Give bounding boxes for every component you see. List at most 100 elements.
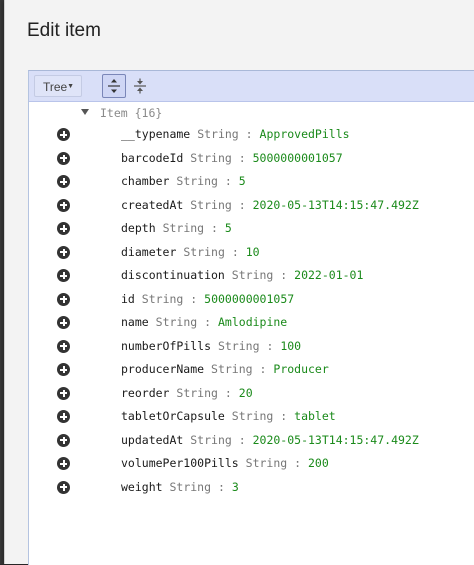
field-content: __typename String : ApprovedPills: [121, 127, 350, 141]
field-value[interactable]: 2022-01-01: [294, 268, 363, 282]
field-type[interactable]: String: [142, 292, 184, 306]
field-type[interactable]: String: [190, 433, 232, 447]
expand-all-icon: [108, 79, 120, 93]
tree-field-row[interactable]: numberOfPills String : 100: [29, 336, 474, 359]
field-value[interactable]: 2020-05-13T14:15:47.492Z: [253, 433, 419, 447]
field-separator: :: [211, 221, 218, 235]
field-key[interactable]: createdAt: [121, 198, 183, 212]
field-value[interactable]: 5: [239, 174, 246, 188]
field-type[interactable]: String: [190, 151, 232, 165]
tree-field-row[interactable]: __typename String : ApprovedPills: [29, 124, 474, 147]
tree-field-row[interactable]: discontinuation String : 2022-01-01: [29, 265, 474, 288]
field-key[interactable]: volumePer100Pills: [121, 456, 239, 470]
collapse-triangle-icon[interactable]: [81, 109, 89, 115]
tree-field-row[interactable]: createdAt String : 2020-05-13T14:15:47.4…: [29, 195, 474, 218]
tree-field-row[interactable]: id String : 5000000001057: [29, 289, 474, 312]
add-field-icon[interactable]: [57, 433, 70, 447]
field-type[interactable]: String: [232, 409, 274, 423]
tree-field-row[interactable]: reorder String : 20: [29, 383, 474, 406]
field-key[interactable]: id: [121, 292, 135, 306]
field-value[interactable]: 3: [232, 480, 239, 494]
field-key[interactable]: updatedAt: [121, 433, 183, 447]
add-field-icon[interactable]: [57, 175, 70, 188]
tree-field-row[interactable]: name String : Amlodipine: [29, 312, 474, 335]
field-content: reorder String : 20: [121, 386, 253, 400]
field-value[interactable]: ApprovedPills: [260, 127, 350, 141]
field-separator: :: [266, 338, 274, 353]
add-field-icon[interactable]: [57, 151, 70, 165]
tree-field-row[interactable]: weight String : 3: [29, 477, 474, 500]
field-content: producerName String : Producer: [121, 362, 329, 376]
add-field-icon[interactable]: [57, 386, 70, 400]
add-field-icon[interactable]: [57, 480, 70, 494]
field-value[interactable]: 20: [239, 386, 253, 400]
field-type[interactable]: String: [232, 268, 274, 282]
expand-all-button[interactable]: [102, 74, 126, 98]
field-type[interactable]: String: [246, 456, 288, 470]
field-value[interactable]: 100: [280, 339, 301, 353]
tree-field-row[interactable]: updatedAt String : 2020-05-13T14:15:47.4…: [29, 430, 474, 453]
field-content: updatedAt String : 2020-05-13T14:15:47.4…: [121, 433, 419, 447]
add-field-icon[interactable]: [57, 269, 70, 282]
field-value[interactable]: tablet: [294, 409, 336, 423]
tree-field-row[interactable]: producerName String : Producer: [29, 359, 474, 382]
add-field-icon[interactable]: [57, 128, 70, 141]
field-value[interactable]: 5000000001057: [204, 292, 294, 306]
field-type[interactable]: String: [218, 339, 260, 353]
collapse-all-button[interactable]: [128, 74, 152, 98]
field-type[interactable]: String: [176, 386, 218, 400]
field-type[interactable]: String: [197, 127, 239, 141]
tree-field-row[interactable]: chamber String : 5: [29, 171, 474, 194]
field-type[interactable]: String: [190, 198, 232, 212]
field-key[interactable]: depth: [121, 221, 156, 235]
field-value[interactable]: 5000000001057: [253, 151, 343, 165]
field-value[interactable]: 2020-05-13T14:15:47.492Z: [253, 198, 419, 212]
field-content: discontinuation String : 2022-01-01: [121, 268, 363, 282]
field-type[interactable]: String: [211, 362, 253, 376]
add-field-icon[interactable]: [57, 198, 70, 212]
field-key[interactable]: producerName: [121, 362, 204, 376]
add-field-icon[interactable]: [57, 457, 70, 470]
add-field-icon[interactable]: [57, 339, 70, 353]
field-separator: :: [224, 174, 232, 188]
chevron-down-icon: ▼: [67, 83, 74, 90]
field-content: createdAt String : 2020-05-13T14:15:47.4…: [121, 198, 419, 212]
field-key[interactable]: discontinuation: [121, 268, 225, 282]
field-key[interactable]: diameter: [121, 245, 176, 259]
field-type[interactable]: String: [156, 315, 198, 329]
field-value[interactable]: Producer: [273, 362, 328, 376]
field-key[interactable]: barcodeId: [121, 151, 183, 165]
tree-field-row[interactable]: tabletOrCapsule String : tablet: [29, 406, 474, 429]
add-field-icon[interactable]: [57, 292, 70, 306]
root-label: Item {16}: [100, 106, 163, 120]
field-key[interactable]: weight: [121, 480, 163, 494]
field-separator: :: [259, 362, 267, 376]
field-value[interactable]: Amlodipine: [218, 315, 287, 329]
field-key[interactable]: chamber: [121, 174, 169, 188]
field-value[interactable]: 5: [225, 221, 232, 235]
field-key[interactable]: name: [121, 315, 149, 329]
field-content: numberOfPills String : 100: [121, 339, 301, 353]
tree-field-row[interactable]: depth String : 5: [29, 218, 474, 241]
field-type[interactable]: String: [183, 245, 225, 259]
add-field-icon[interactable]: [57, 363, 70, 376]
add-field-icon[interactable]: [57, 222, 70, 235]
tree-field-row[interactable]: volumePer100Pills String : 200: [29, 453, 474, 476]
add-field-icon[interactable]: [57, 410, 70, 423]
field-value[interactable]: 200: [308, 456, 329, 470]
field-separator: :: [217, 479, 225, 494]
field-key[interactable]: __typename: [121, 127, 190, 141]
tree-field-row[interactable]: barcodeId String : 5000000001057: [29, 148, 474, 171]
mode-select[interactable]: Tree ▼: [34, 75, 82, 97]
add-field-icon[interactable]: [57, 316, 70, 329]
field-key[interactable]: tabletOrCapsule: [121, 409, 225, 423]
field-type[interactable]: String: [169, 480, 211, 494]
field-key[interactable]: numberOfPills: [121, 339, 211, 353]
field-key[interactable]: reorder: [121, 386, 169, 400]
add-field-icon[interactable]: [57, 245, 70, 259]
field-type[interactable]: String: [176, 174, 218, 188]
field-separator: :: [190, 291, 198, 306]
tree-field-row[interactable]: diameter String : 10: [29, 242, 474, 265]
field-value[interactable]: 10: [246, 245, 260, 259]
field-type[interactable]: String: [163, 221, 205, 235]
